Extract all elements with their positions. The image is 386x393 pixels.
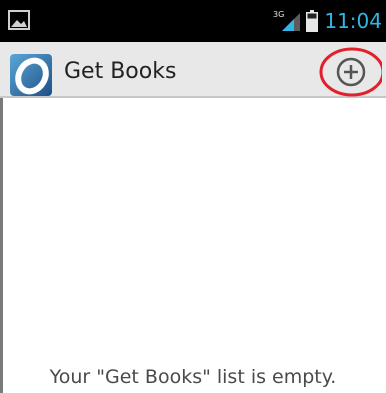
left-edge-divider <box>0 98 3 393</box>
image-notification-icon <box>8 10 30 30</box>
battery-icon <box>306 10 319 32</box>
status-bar: 3G 11:04 <box>0 0 386 42</box>
action-bar: Get Books <box>0 42 386 98</box>
network-type-label: 3G <box>273 10 284 19</box>
clock: 11:04 <box>324 9 382 33</box>
signal-3g-icon: 3G <box>273 10 301 31</box>
status-right: 3G 11:04 <box>272 0 382 42</box>
page-title: Get Books <box>64 59 177 84</box>
overdrive-logo-icon[interactable] <box>10 54 52 96</box>
add-button[interactable] <box>316 46 382 98</box>
empty-list-message: Your "Get Books" list is empty. <box>49 366 337 388</box>
add-circle-icon[interactable] <box>316 46 382 98</box>
